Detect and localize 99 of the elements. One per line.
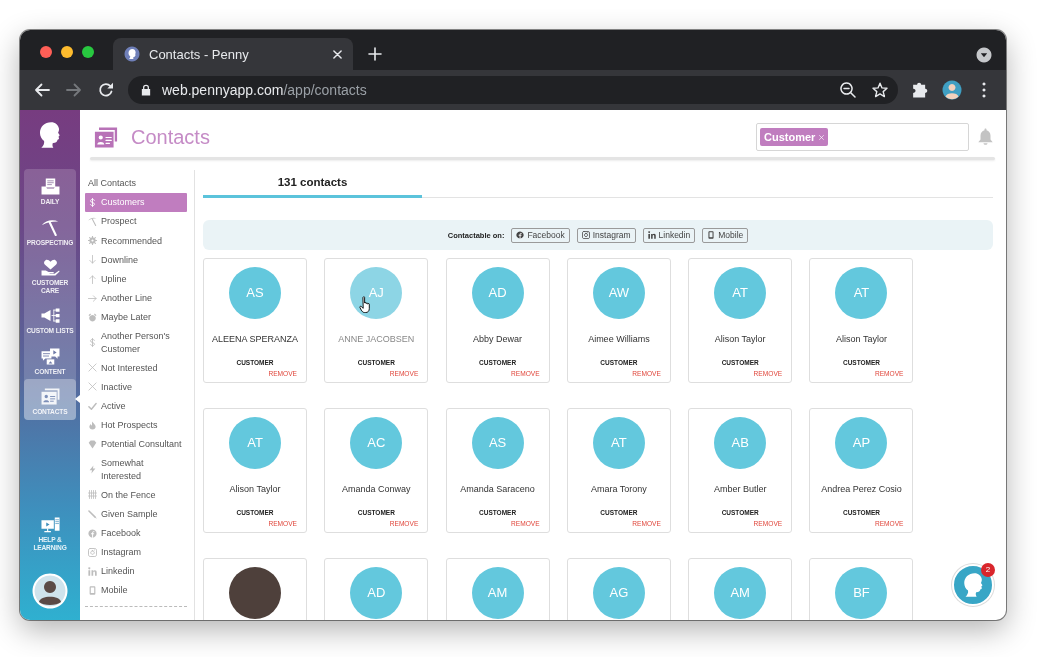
dollar-icon (88, 338, 97, 348)
contact-name: Amanda Conway (342, 483, 411, 495)
channel-chip[interactable]: Instagram (576, 227, 636, 243)
contact-name: Alison Taylor (229, 483, 281, 495)
channel-chip[interactable]: Facebook (511, 227, 570, 243)
filter-item[interactable]: Maybe Later (85, 307, 187, 327)
reload-icon[interactable] (98, 82, 114, 98)
facebook-icon (88, 528, 97, 538)
filter-item[interactable]: Customers (85, 193, 187, 213)
chat-button[interactable]: 2 (952, 564, 994, 606)
check-icon (88, 401, 97, 411)
pointer-triangle-icon (75, 395, 80, 404)
filter-item[interactable]: Facebook (85, 523, 187, 543)
filter-item[interactable]: All Contacts (85, 174, 187, 194)
window-close-icon[interactable] (40, 46, 52, 58)
chat-bubbles-icon (40, 347, 60, 365)
pen-icon (88, 509, 97, 519)
filter-item[interactable]: Upline (85, 269, 187, 289)
site-logo-icon (124, 46, 140, 62)
contact-name: Aimee Williams (588, 333, 650, 345)
new-tab-icon[interactable] (368, 47, 382, 61)
profile-avatar-icon[interactable] (942, 80, 962, 100)
page-title: Contacts (131, 125, 210, 149)
pickaxe-icon (40, 218, 60, 236)
instagram-icon (581, 231, 590, 239)
filter-item[interactable]: Downline (85, 250, 187, 270)
inbox-tray-icon (40, 178, 60, 195)
gear-icon (88, 236, 97, 246)
mobile-phone-icon (88, 585, 97, 595)
address-bar[interactable]: web.pennyapp.com/app/contacts (128, 76, 898, 104)
channel-chip[interactable]: Mobile (702, 227, 749, 243)
filter-item[interactable]: Prospect (85, 212, 187, 232)
filter-item[interactable]: Potential Consultant (85, 434, 187, 454)
channel-chip[interactable]: Linkedin (642, 227, 696, 243)
filter-field[interactable]: Customer (756, 123, 969, 151)
browser-tab[interactable]: Contacts - Penny (113, 38, 353, 70)
window-maximize-icon[interactable] (82, 46, 94, 58)
forward-arrow-icon[interactable] (66, 82, 82, 98)
linkedin-icon (647, 231, 656, 239)
contact-name: ANNE JACOBSEN (338, 333, 415, 345)
cross-icon (88, 363, 97, 373)
arrow-up-icon (88, 274, 97, 284)
bookmark-star-icon[interactable] (872, 82, 888, 98)
filter-item[interactable]: Given Sample (85, 504, 187, 524)
filter-item[interactable]: Somewhat Interested (85, 453, 187, 486)
dropdown-icon[interactable] (976, 47, 992, 63)
contact-cards-icon (93, 126, 119, 148)
notification-badge: 2 (981, 563, 995, 577)
filter-item[interactable]: Active (85, 396, 187, 416)
megaphone-icon (40, 307, 60, 324)
puzzle-piece-icon[interactable] (912, 82, 928, 98)
gem-icon (88, 439, 97, 449)
more-menu-icon[interactable] (982, 82, 986, 98)
user-avatar-icon[interactable] (32, 573, 68, 609)
contact-name: Andrea Perez Cosio (821, 483, 902, 495)
contacts-count-tab[interactable]: 131 contacts (203, 170, 422, 198)
back-arrow-icon[interactable] (34, 82, 50, 98)
mobile-phone-icon (707, 231, 716, 239)
filter-tag[interactable]: Customer (760, 128, 829, 146)
contact-name: Amanda Saraceno (460, 483, 535, 495)
close-tab-icon[interactable] (333, 49, 342, 59)
contact-name: Abby Dewar (473, 333, 523, 345)
linkedin-icon (88, 566, 97, 576)
contact-name: Amber Butler (713, 483, 767, 495)
pickaxe-icon (88, 217, 97, 227)
contact-name: Alison Taylor (714, 333, 766, 345)
head-silhouette-icon[interactable] (39, 122, 61, 148)
head-silhouette-icon (963, 573, 983, 597)
facebook-icon (516, 231, 525, 239)
fence-icon (88, 490, 97, 500)
lock-icon (141, 84, 151, 96)
zoom-out-icon[interactable] (840, 82, 856, 98)
filter-item[interactable]: Instagram (85, 542, 187, 562)
filter-item[interactable]: Another Person's Customer (85, 326, 187, 359)
filter-item[interactable]: Not Interested (85, 358, 187, 378)
video-monitor-icon (40, 516, 60, 533)
filter-item[interactable]: Inactive (85, 377, 187, 397)
filter-item[interactable]: Mobile (85, 580, 187, 600)
filter-item[interactable]: Another Line (85, 288, 187, 308)
contact-name: Alison Taylor (836, 333, 887, 345)
heart-in-hand-icon (40, 259, 60, 276)
hand-cursor-icon (359, 296, 371, 313)
instagram-icon (88, 547, 97, 557)
filter-item[interactable]: On the Fence (85, 485, 187, 505)
contact-name: ALEENA SPERANZA (211, 333, 298, 345)
arrow-right-icon (88, 293, 97, 303)
cross-icon (88, 382, 97, 392)
contact-cards-icon (40, 388, 60, 405)
dollar-icon (88, 198, 97, 208)
alarm-clock-icon (88, 312, 97, 322)
lightning-icon (88, 465, 97, 475)
flame-icon (88, 420, 97, 430)
window-minimize-icon[interactable] (61, 46, 73, 58)
photo-placeholder[interactable] (229, 567, 281, 619)
filter-item[interactable]: Hot Prospects (85, 415, 187, 435)
filter-item[interactable]: Recommended (85, 231, 187, 251)
filter-item[interactable]: Linkedin (85, 561, 187, 581)
contact-name: Amara Torony (590, 483, 647, 495)
arrow-down-icon (88, 255, 97, 265)
